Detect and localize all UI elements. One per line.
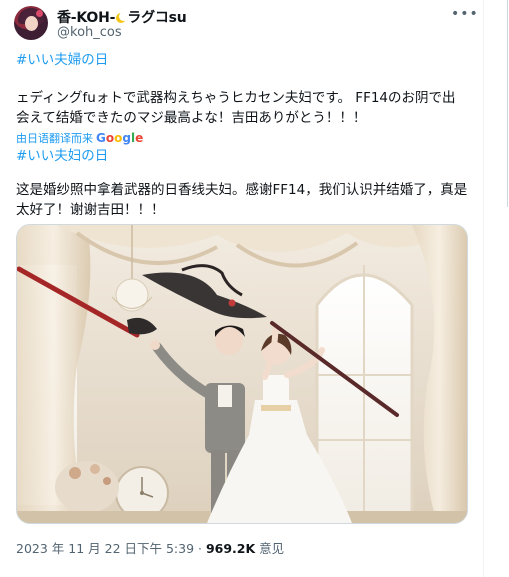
wedding-photo-illustration: [17, 225, 467, 523]
moon-emoji-icon: [116, 12, 129, 23]
translation-attribution: 由日语翻译而来 Google: [16, 130, 143, 146]
avatar[interactable]: [14, 6, 48, 40]
more-horizontal-icon[interactable]: •••: [451, 6, 479, 22]
tweet-photo[interactable]: [16, 224, 468, 524]
tweet-text-line: ェディングfuォトで武器构えちゃうヒカセン夫妇です。 FF14のお阴で出: [16, 90, 456, 106]
display-name-prefix: 香-KOH-: [57, 10, 116, 26]
hashtag-link[interactable]: #いい夫妇の日: [16, 146, 108, 166]
views-count: 969.2K: [205, 541, 256, 556]
user-handle[interactable]: @koh_cos: [57, 25, 122, 40]
timestamp-text: 2023 年 11 月 22 日下午 5:39 ·: [16, 541, 206, 556]
display-name[interactable]: 香-KOH- ラグコsu: [57, 7, 187, 27]
translation-text-line: 太好了！谢谢吉田！！！: [16, 202, 165, 218]
right-gutter: [484, 0, 509, 577]
translation-text-line: 这是婚纱照中拿着武器的日香线夫妇。感谢FF14，我们认识并结婚了，真是: [16, 182, 468, 198]
views-label: 意见: [255, 541, 285, 556]
scroll-divider: [507, 0, 508, 207]
display-name-suffix: ラグコsu: [127, 10, 187, 26]
tweet-timestamp[interactable]: 2023 年 11 月 22 日下午 5:39 · 969.2K 意见: [16, 538, 284, 557]
translated-by-label: 由日语翻译而来: [16, 132, 93, 145]
google-logo: Google: [96, 131, 144, 145]
tweet-text-line: 会えて结婚できたのマジ最高よな！吉田ありがとう！！！: [16, 110, 367, 126]
tweet-card: 香-KOH- ラグコsu @koh_cos ••• #いい夫婦の日 ェディングfu…: [0, 0, 484, 577]
hashtag-link[interactable]: #いい夫婦の日: [16, 50, 108, 70]
